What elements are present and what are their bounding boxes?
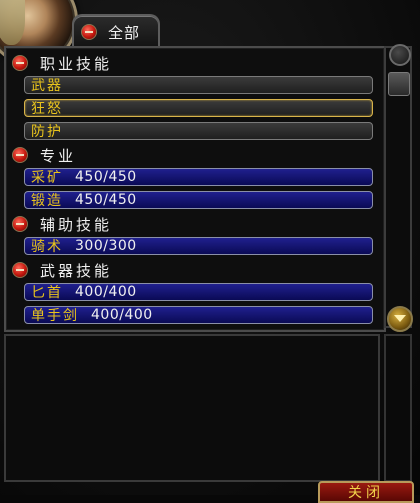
category-secondary-skills[interactable]: 辅助技能 [12,214,112,234]
skill-name: 武器 [31,78,63,94]
category-weapon-skills[interactable]: 武器技能 [12,260,112,280]
skill-row-daggers[interactable]: 匕首 400/400 [24,283,373,301]
skill-name: 骑术 [31,239,63,255]
skill-name: 锻造 [31,193,63,209]
skill-value: 450/450 [75,192,137,208]
scroll-up-button[interactable] [389,44,411,66]
skill-name: 狂怒 [31,101,63,117]
category-label: 专业 [40,146,77,165]
close-button[interactable]: 关闭 [318,481,414,503]
skill-row-arms[interactable]: 武器 [24,76,373,94]
skill-row-fury[interactable]: 狂怒 [24,99,373,117]
skill-value: 400/400 [75,284,137,300]
skill-row-riding[interactable]: 骑术 300/300 [24,237,373,255]
category-professions[interactable]: 专业 [12,145,76,165]
scroll-thumb[interactable] [388,72,410,96]
tab-all-label: 全部 [108,24,141,42]
skill-row-blacksmithing[interactable]: 锻造 450/450 [24,191,373,209]
skill-name: 防护 [31,124,63,140]
skill-row-one-handed-swords[interactable]: 单手剑 400/400 [24,306,373,324]
category-label: 辅助技能 [40,215,113,234]
category-class-skills[interactable]: 职业技能 [12,53,112,73]
collapse-icon[interactable] [12,216,28,232]
collapse-icon[interactable] [12,55,28,71]
portrait-hair [0,0,25,45]
skill-name: 匕首 [31,285,63,301]
collapse-all-icon[interactable] [81,24,97,40]
skill-name: 采矿 [31,170,63,186]
scroll-down-button[interactable] [387,306,413,332]
category-label: 职业技能 [40,54,113,73]
skill-value: 300/300 [75,238,137,254]
skill-row-mining[interactable]: 采矿 450/450 [24,168,373,186]
collapse-icon[interactable] [12,147,28,163]
skill-description-panel [4,334,380,482]
skill-name: 单手剑 [31,308,79,324]
skill-value: 400/400 [91,307,153,323]
skill-value: 450/450 [75,169,137,185]
category-label: 武器技能 [40,261,113,280]
tab-all[interactable]: 全部 [72,14,160,48]
skill-row-protection[interactable]: 防护 [24,122,373,140]
skill-list-panel: 职业技能 武器 狂怒 防护 专业 采矿 450/450 锻造 450/450 辅… [4,46,386,332]
collapse-icon[interactable] [12,262,28,278]
description-scrollbar[interactable] [384,334,412,482]
